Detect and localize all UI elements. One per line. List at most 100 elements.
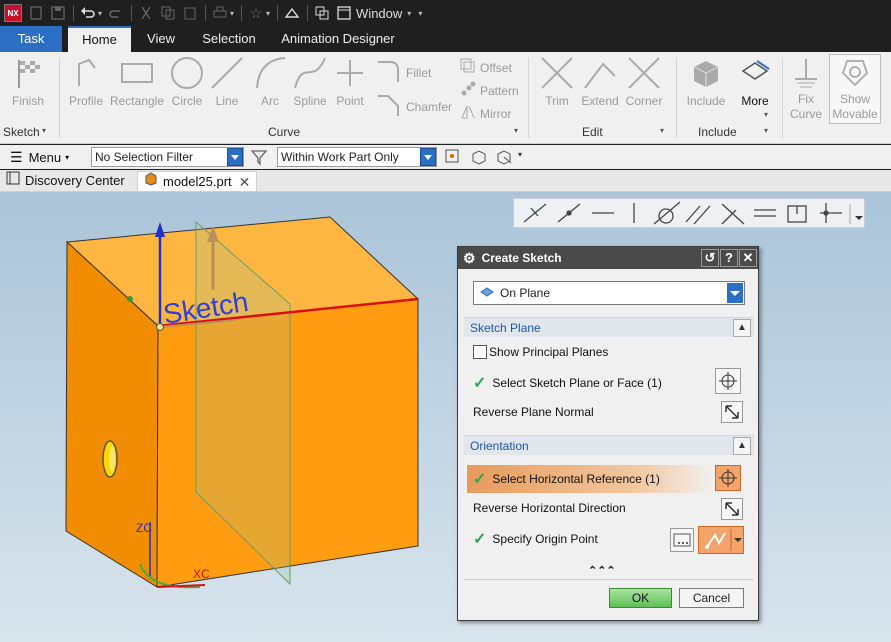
mirror-button[interactable]: Mirror — [460, 104, 511, 123]
undo-icon[interactable] — [80, 5, 96, 21]
more-options-chevron-icon[interactable]: ⌃⌃⌃ — [588, 564, 616, 577]
tab-view[interactable]: View — [141, 26, 181, 52]
switch-window-icon[interactable] — [314, 5, 330, 21]
touch-mode-icon[interactable] — [284, 5, 300, 21]
snap-point-icon[interactable] — [444, 148, 462, 169]
include-icon — [684, 56, 728, 90]
tab-animation-designer[interactable]: Animation Designer — [280, 26, 396, 52]
chamfer-button[interactable]: Chamfer — [376, 94, 452, 119]
section-sketch-plane-label: Sketch Plane — [470, 321, 541, 335]
customize-dropdown-icon[interactable]: ▾ — [418, 9, 422, 18]
chevron-down-icon[interactable] — [727, 283, 743, 303]
section-orientation-label: Orientation — [470, 439, 529, 453]
cancel-button[interactable]: Cancel — [679, 588, 744, 608]
menu-button[interactable]: ☰ Menu ▾ — [10, 149, 69, 166]
favorites-dropdown-icon[interactable]: ▾ — [266, 9, 270, 18]
filter-funnel-icon[interactable] — [250, 148, 268, 169]
show-principal-planes-label: Show Principal Planes — [489, 345, 609, 359]
snap-point-on-curve-icon — [820, 203, 842, 223]
trim-button[interactable]: Trim — [538, 56, 576, 109]
copy-icon[interactable] — [160, 5, 176, 21]
pattern-label: Pattern — [480, 83, 519, 98]
point-button[interactable]: Point — [332, 56, 368, 109]
selection-filter-select[interactable]: No Selection Filter — [91, 147, 244, 167]
arc-button[interactable]: Arc — [252, 56, 288, 109]
reset-icon[interactable]: ↺ — [701, 249, 719, 267]
collapse-icon[interactable]: ▲ — [733, 319, 751, 337]
edit-group-dropdown-icon[interactable]: ▾ — [660, 126, 664, 135]
tab-home[interactable]: Home — [68, 26, 131, 52]
circle-button[interactable]: Circle — [168, 56, 206, 109]
ok-button[interactable]: OK — [609, 588, 672, 608]
show-movable-label-2: Movable — [832, 107, 878, 121]
select-body-icon[interactable] — [470, 148, 488, 169]
selection-scope-select[interactable]: Within Work Part Only — [277, 147, 437, 167]
reverse-horizontal-button[interactable] — [721, 498, 743, 520]
collapse-icon[interactable]: ▲ — [733, 437, 751, 455]
reverse-plane-normal-row: Reverse Plane Normal — [473, 405, 594, 419]
specify-origin-row[interactable]: ✓ Specify Origin Point — [473, 529, 598, 549]
window-icon[interactable] — [336, 5, 352, 21]
fix-curve-button[interactable]: Fix Curve — [786, 56, 826, 122]
inferred-point-button[interactable] — [698, 526, 744, 554]
fillet-icon — [376, 60, 402, 85]
line-button[interactable]: Line — [210, 56, 244, 109]
show-principal-planes-row[interactable]: Show Principal Planes — [473, 345, 608, 359]
cut-icon[interactable] — [138, 5, 154, 21]
reverse-plane-normal-button[interactable] — [721, 401, 743, 423]
more-dropdown-icon[interactable]: ▾ — [764, 110, 768, 119]
new-file-icon[interactable] — [28, 5, 44, 21]
close-icon[interactable]: ✕ — [739, 249, 757, 267]
redo-icon[interactable] — [108, 5, 124, 21]
window-dropdown-icon[interactable]: ▾ — [407, 9, 411, 18]
show-principal-planes-checkbox[interactable] — [473, 345, 487, 359]
pattern-button[interactable]: Pattern — [460, 81, 519, 100]
fillet-button[interactable]: Fillet — [376, 60, 431, 85]
profile-button[interactable]: Profile — [65, 56, 107, 109]
save-icon[interactable] — [50, 5, 66, 21]
tab-task[interactable]: Task — [0, 26, 62, 52]
select-horizontal-reference-button[interactable] — [715, 465, 741, 491]
chevron-down-icon[interactable] — [420, 148, 436, 166]
arc-icon — [252, 56, 288, 90]
star-icon[interactable]: ☆ — [248, 5, 264, 21]
undo-dropdown-icon[interactable]: ▾ — [98, 9, 102, 18]
gear-icon[interactable]: ⚙ — [463, 250, 476, 267]
select-plane-row[interactable]: ✓ Select Sketch Plane or Face (1) — [473, 373, 662, 393]
select-horizontal-reference-label: Select Horizontal Reference (1) — [492, 472, 660, 486]
spline-button[interactable]: Spline — [291, 56, 329, 109]
separator — [676, 58, 677, 138]
include-button[interactable]: Include — [684, 56, 728, 109]
rectangle-button[interactable]: Rectangle — [109, 56, 165, 109]
tab-selection[interactable]: Selection — [198, 26, 260, 52]
select-face-icon[interactable] — [495, 148, 513, 169]
snap-equal-icon — [754, 209, 776, 217]
sketch-type-select[interactable]: On Plane — [473, 281, 745, 305]
select-plane-button[interactable] — [715, 368, 741, 394]
section-sketch-plane[interactable]: Sketch Plane ▲ — [464, 317, 754, 337]
selection-options-dropdown-icon[interactable]: ▾ — [518, 150, 522, 159]
curve-group-dropdown-icon[interactable]: ▾ — [514, 126, 518, 135]
finish-button[interactable]: Finish — [6, 56, 50, 109]
edit-group-label: Edit — [582, 125, 603, 139]
corner-button[interactable]: Corner — [623, 56, 665, 109]
print-icon[interactable] — [212, 5, 228, 21]
tab-discovery-center[interactable]: Discovery Center — [6, 171, 125, 191]
chevron-down-icon[interactable] — [227, 148, 243, 166]
paste-icon[interactable] — [182, 5, 198, 21]
section-orientation[interactable]: Orientation ▲ — [464, 435, 754, 455]
include-group-dropdown-icon[interactable]: ▾ — [764, 126, 768, 135]
help-icon[interactable]: ? — [720, 249, 738, 267]
sketch-group-dropdown-icon[interactable]: ▾ — [42, 126, 46, 135]
offset-button[interactable]: Offset — [460, 58, 512, 77]
show-movable-content[interactable]: Show Movable — [829, 56, 881, 122]
window-menu[interactable]: Window — [356, 6, 402, 21]
more-button[interactable]: More — [734, 56, 776, 109]
tab-model-file[interactable]: model25.prt ✕ — [137, 171, 258, 192]
rectangle-label: Rectangle — [109, 94, 165, 108]
point-dialog-button[interactable] — [670, 528, 694, 552]
print-dropdown-icon[interactable]: ▾ — [230, 9, 234, 18]
extend-button[interactable]: Extend — [579, 56, 621, 109]
close-icon[interactable]: ✕ — [239, 172, 251, 192]
select-horizontal-reference-row[interactable]: ✓ Select Horizontal Reference (1) — [473, 469, 660, 489]
